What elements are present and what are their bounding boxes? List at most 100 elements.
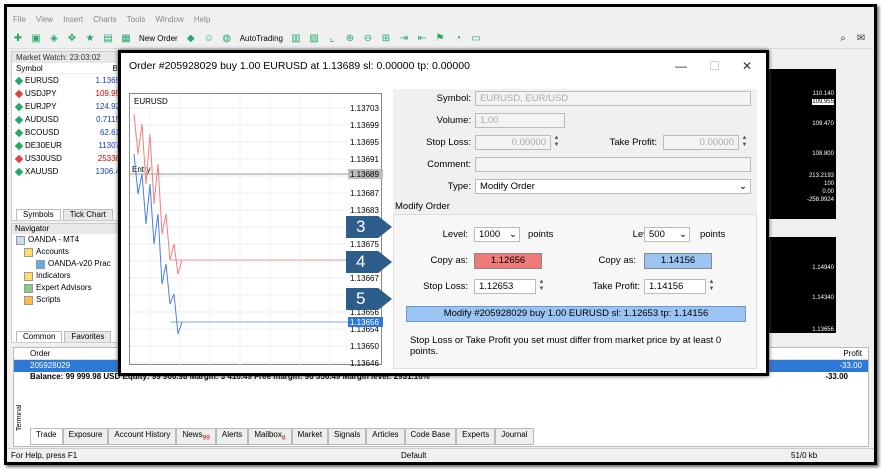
bid-series-line	[133, 113, 183, 275]
autotrading-button[interactable]: AutoTrading	[238, 32, 285, 46]
menu-insert[interactable]: Insert	[63, 15, 83, 27]
nav-indicators[interactable]: Indicators	[12, 270, 122, 282]
tab-trade[interactable]: Trade	[30, 428, 63, 445]
tab-favorites[interactable]: Favorites	[64, 331, 112, 342]
type-select[interactable]: Modify Order ⌄	[475, 179, 751, 194]
tab-account-history[interactable]: Account History	[108, 428, 177, 445]
modify-order-dialog: Order #205928029 buy 1.00 EURUSD at 1.13…	[118, 50, 769, 376]
favorites-icon[interactable]: ★	[83, 32, 97, 46]
new-take-profit-spinner[interactable]: ▲ ▼	[707, 279, 716, 294]
tab-news[interactable]: News99	[176, 428, 216, 445]
take-profit-label: Take Profit:	[609, 137, 657, 148]
zoom-out-icon[interactable]: ⊖	[361, 32, 375, 46]
new-order-button[interactable]: New Order	[137, 32, 180, 46]
nav-accounts[interactable]: Accounts	[12, 246, 122, 258]
tab-signals[interactable]: Signals	[328, 428, 367, 445]
nav-account[interactable]: OANDA-v20 Prac	[12, 258, 122, 270]
points-label-sl: points	[528, 229, 554, 240]
metaeditor-icon[interactable]: ◆	[184, 32, 198, 46]
level-select-sl[interactable]: 1000 ⌄	[474, 227, 520, 242]
copy-sl-button[interactable]: 1.12656	[474, 253, 542, 269]
market-watch-row[interactable]: DE30EUR 11307	[12, 139, 122, 152]
tab-common[interactable]: Common	[16, 331, 63, 342]
status-help: For Help, press F1	[11, 451, 78, 460]
stop-loss-label: Stop Loss:	[426, 137, 471, 148]
menu-file[interactable]: File	[13, 15, 26, 27]
new-stop-loss-spinner[interactable]: ▲ ▼	[537, 279, 546, 294]
menu-window[interactable]: Window	[155, 15, 183, 27]
market-watch-row[interactable]: BCOUSD 62.61	[12, 126, 122, 139]
nav-expert-advisors[interactable]: Expert Advisors	[12, 282, 122, 294]
market-watch-header: Symbol B	[12, 63, 122, 74]
modify-button[interactable]: Modify #205928029 buy 1.00 EURUSD sl: 1.…	[406, 306, 746, 322]
tab-market[interactable]: Market	[291, 428, 329, 445]
market-watch-row[interactable]: USDJPY 109.95	[12, 87, 122, 100]
autoscroll-icon[interactable]: ⇥	[397, 32, 411, 46]
toolbar: ✚ ▣ ◈ ✥ ★ ▤ ▦ New Order ◆ ☺ ◍ AutoTradin…	[7, 29, 874, 49]
templates-icon[interactable]: ▭	[469, 32, 483, 46]
profiles-icon[interactable]: ▣	[29, 32, 43, 46]
price-tick: 1.13646	[350, 359, 379, 366]
new-stop-loss-label: Stop Loss:	[423, 281, 468, 292]
navigator-panel: Navigator OANDA - MT4 Accounts OANDA-v20…	[11, 223, 123, 343]
copy-tp-button[interactable]: 1.14156	[644, 253, 712, 269]
indicators-icon[interactable]: ⚑	[433, 32, 447, 46]
new-take-profit-field[interactable]: 1.14156	[644, 279, 706, 294]
take-profit-spinner: ▲ ▼	[741, 135, 748, 148]
market-watch-row[interactable]: US30USD 25338	[12, 152, 122, 165]
market-watch-row[interactable]: EURUSD 1.1365	[12, 74, 122, 87]
menu-charts[interactable]: Charts	[93, 15, 117, 27]
period-icon[interactable]: ◔	[451, 32, 465, 46]
tab-journal[interactable]: Journal	[495, 428, 534, 445]
search-icon[interactable]: ⌕	[836, 32, 850, 46]
tab-code-base[interactable]: Code Base	[404, 428, 457, 445]
tab-symbols[interactable]: Symbols	[16, 209, 61, 220]
globe-icon[interactable]: ◍	[220, 32, 234, 46]
volume-label: Volume:	[436, 115, 471, 126]
navigator-icon[interactable]: ✥	[65, 32, 79, 46]
tab-experts[interactable]: Experts	[456, 428, 496, 445]
terminal-icon[interactable]: ▤	[101, 32, 115, 46]
tab-mailbox[interactable]: Mailbox8	[248, 428, 292, 445]
nav-scripts[interactable]: Scripts	[12, 294, 122, 306]
minimize-icon[interactable]: —	[675, 53, 687, 79]
symbol-select: EURUSD, EUR/USD	[475, 91, 751, 106]
copy-as-label-sl: Copy as:	[430, 255, 469, 266]
price-tick: 1.13667	[350, 274, 379, 283]
new-take-profit-label: Take Profit:	[592, 281, 640, 292]
tab-tick-chart[interactable]: Tick Chart	[62, 209, 113, 220]
level-select-tp[interactable]: 500 ⌄	[644, 227, 690, 242]
bar-chart-icon[interactable]: ▥	[289, 32, 303, 46]
nav-oanda[interactable]: OANDA - MT4	[12, 234, 122, 246]
market-watch-icon[interactable]: ◈	[47, 32, 61, 46]
price-chart-svg: 1.13703 1.13699 1.13695 1.13691 1.13689 1.136…	[130, 94, 383, 366]
order-form: Symbol: EURUSD, EUR/USD Volume: 1.00 Sto…	[393, 89, 757, 369]
min-distance-note: Stop Loss or Take Profit you set must di…	[410, 335, 722, 357]
menu-help[interactable]: Help	[194, 15, 210, 27]
close-icon[interactable]: ✕	[742, 53, 752, 79]
candle-chart-icon[interactable]: ▨	[307, 32, 321, 46]
tester-icon[interactable]: ▦	[119, 32, 133, 46]
menu-view[interactable]: View	[36, 15, 53, 27]
tile-icon[interactable]: ⊞	[379, 32, 393, 46]
dialog-titlebar: Order #205928029 buy 1.00 EURUSD at 1.13…	[121, 53, 766, 79]
tab-articles[interactable]: Articles	[366, 428, 405, 445]
market-watch-row[interactable]: AUDUSD 0.7115	[12, 113, 122, 126]
new-stop-loss-field[interactable]: 1.12653	[474, 279, 536, 294]
symbol-icon	[14, 167, 24, 176]
tab-alerts[interactable]: Alerts	[215, 428, 249, 445]
dialog-title: Order #205928029 buy 1.00 EURUSD at 1.13…	[129, 60, 470, 72]
zoom-in-icon[interactable]: ⊕	[343, 32, 357, 46]
line-chart-icon[interactable]: ⌞	[325, 32, 339, 46]
chart-shift-icon[interactable]: ⇤	[415, 32, 429, 46]
market-watch-row[interactable]: XAUUSD 1306.4	[12, 165, 122, 178]
chat-icon[interactable]: ✉	[854, 32, 868, 46]
menu-tools[interactable]: Tools	[127, 15, 146, 27]
chart-pane-eurusd: 1.14940 1.14340 1.13656	[766, 237, 836, 333]
tp-price-label: 1.13656	[350, 318, 379, 327]
user-icon[interactable]: ☺	[202, 32, 216, 46]
status-bar: For Help, press F1 Default 51/0 kb	[7, 448, 874, 462]
tab-exposure[interactable]: Exposure	[62, 428, 109, 445]
new-chart-icon[interactable]: ✚	[11, 32, 25, 46]
market-watch-row[interactable]: EURJPY 124.92	[12, 100, 122, 113]
